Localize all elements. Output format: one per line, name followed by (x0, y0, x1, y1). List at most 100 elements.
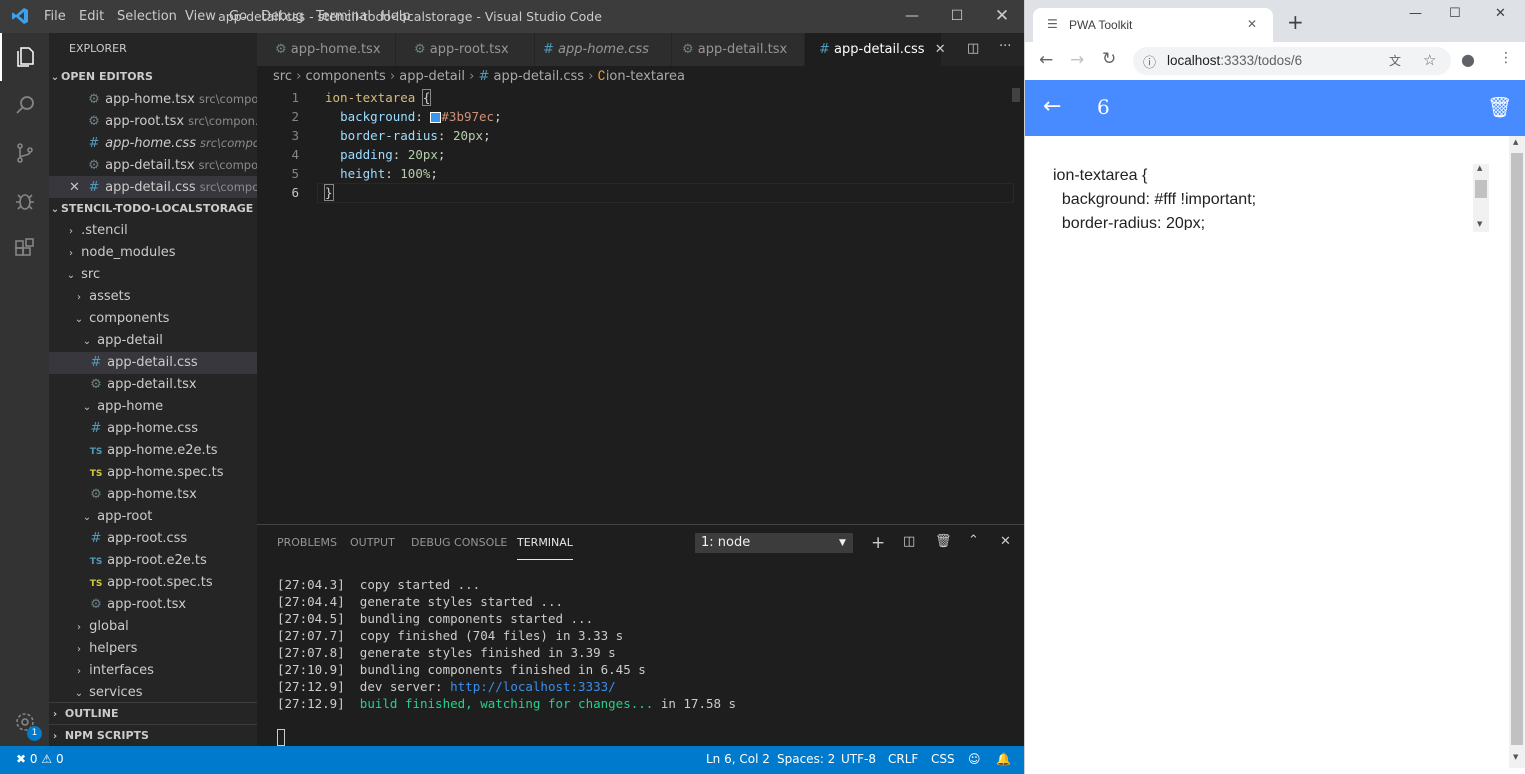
encoding[interactable]: UTF-8 (841, 746, 876, 772)
reload-icon[interactable]: ↻ (1102, 49, 1116, 69)
tab-app-detail-tsx[interactable]: ⚙ app-detail.tsx (672, 33, 805, 66)
breadcrumb-src[interactable]: src (273, 69, 292, 84)
tree-folder[interactable]: ⌄ services (49, 682, 257, 704)
breadcrumb-app-detail[interactable]: app-detail (399, 69, 465, 84)
color-swatch[interactable] (430, 112, 442, 123)
maximize-button[interactable]: ☐ (934, 0, 980, 33)
back-button-icon[interactable]: ← (1043, 94, 1061, 119)
indentation[interactable]: Spaces: 2 (777, 746, 835, 772)
tree-folder[interactable]: › .stencil (49, 220, 257, 242)
menu-file[interactable]: File (44, 0, 66, 33)
npm-scripts-header[interactable]: › NPM SCRIPTS (49, 724, 257, 746)
address-bar[interactable]: ⓘ localhost:3333/todos/6 文 ☆ (1133, 47, 1451, 75)
translate-icon[interactable]: 文 (1389, 52, 1401, 69)
tab-app-detail-css[interactable]: # app-detail.css ✕ (805, 33, 946, 66)
back-arrow-icon[interactable]: ← (1039, 50, 1053, 70)
tree-file[interactable]: TS app-home.e2e.ts (49, 440, 257, 462)
tree-folder[interactable]: ⌄ src (49, 264, 257, 286)
chevron-down-icon: ⌄ (50, 204, 60, 215)
tree-folder[interactable]: › helpers (49, 638, 257, 660)
trash-icon[interactable]: 🗑 (935, 534, 952, 549)
close-window-button[interactable]: ✕ (1495, 6, 1506, 21)
open-editor-item[interactable]: # app-home.csssrc\compon... (49, 132, 257, 154)
tree-folder[interactable]: ⌄ components (49, 308, 257, 330)
todo-textarea[interactable]: ion-textarea { background: #fff !importa… (1043, 164, 1493, 230)
debug-icon[interactable] (0, 177, 49, 225)
split-terminal-icon[interactable]: ◫ (903, 534, 915, 549)
tab-app-home-css[interactable]: # app-home.css (535, 33, 672, 66)
tree-file[interactable]: # app-home.css (49, 418, 257, 440)
profile-avatar-icon[interactable]: ● (1461, 50, 1475, 69)
open-editors-header[interactable]: ⌄ OPEN EDITORS (49, 66, 257, 88)
tree-folder[interactable]: ⌄ app-home (49, 396, 257, 418)
problems-status[interactable]: ✖ 0 ⚠ 0 (16, 746, 64, 772)
tree-file-selected[interactable]: # app-detail.css (49, 352, 257, 374)
tab-debug-console[interactable]: DEBUG CONSOLE (411, 525, 507, 561)
language-mode[interactable]: CSS (931, 746, 955, 772)
extensions-icon[interactable] (0, 225, 49, 273)
outline-header[interactable]: › OUTLINE (49, 702, 257, 725)
tree-file[interactable]: ⚙ app-root.tsx (49, 594, 257, 616)
open-editor-item[interactable]: ⚙ app-detail.tsxsrc\compo... (49, 154, 257, 176)
tree-folder[interactable]: ⌄ app-detail (49, 330, 257, 352)
explorer-icon[interactable] (0, 33, 49, 81)
breadcrumb-symbol[interactable]: ion-textarea (606, 69, 685, 84)
tab-output[interactable]: OUTPUT (350, 525, 395, 561)
tree-file[interactable]: TS app-root.e2e.ts (49, 550, 257, 572)
close-icon[interactable]: ✕ (69, 177, 87, 198)
close-tab-icon[interactable]: ✕ (935, 42, 946, 57)
more-actions-icon[interactable]: ··· (999, 39, 1011, 54)
tab-terminal[interactable]: TERMINAL (517, 525, 573, 560)
minimap-slider[interactable] (1012, 88, 1020, 102)
tree-file[interactable]: # app-root.css (49, 528, 257, 550)
page-scrollbar[interactable]: ▲ ▼ (1509, 136, 1525, 768)
open-editor-item-active[interactable]: ✕# app-detail.csssrc\compo... (49, 176, 257, 198)
warning-icon: ⚠ (41, 752, 53, 766)
trash-icon[interactable]: 🗑 (1487, 95, 1512, 119)
close-window-button[interactable]: ✕ (979, 0, 1025, 33)
cursor-position[interactable]: Ln 6, Col 2 (706, 746, 770, 772)
settings-gear-icon[interactable]: 1 (0, 698, 49, 746)
code-editor[interactable]: 1 2 3 4 5 6 ion-textarea { background: #… (257, 88, 1024, 524)
project-header[interactable]: ⌄ STENCIL-TODO-LOCALSTORAGE (49, 198, 257, 220)
new-tab-button[interactable]: + (1287, 12, 1304, 32)
tree-file[interactable]: ⚙ app-detail.tsx (49, 374, 257, 396)
bell-icon[interactable]: 🔔 (996, 746, 1011, 772)
forward-arrow-icon[interactable]: → (1070, 50, 1084, 70)
split-editor-icon[interactable]: ◫ (967, 41, 979, 56)
tree-folder[interactable]: › assets (49, 286, 257, 308)
breadcrumb-components[interactable]: components (305, 69, 385, 84)
textarea-scrollbar[interactable]: ▲ ▼ (1473, 164, 1489, 232)
minimize-button[interactable]: — (889, 0, 935, 33)
minimize-button[interactable]: — (1409, 6, 1422, 21)
line-ending[interactable]: CRLF (888, 746, 918, 772)
tree-folder[interactable]: › global (49, 616, 257, 638)
star-icon[interactable]: ☆ (1423, 51, 1436, 69)
menu-edit[interactable]: Edit (79, 0, 104, 33)
close-panel-icon[interactable]: ✕ (1000, 534, 1011, 549)
tab-app-home-tsx[interactable]: ⚙ app-home.tsx (257, 33, 396, 66)
open-editor-item[interactable]: ⚙ app-home.tsxsrc\compo... (49, 88, 257, 110)
source-control-icon[interactable] (0, 129, 49, 177)
tree-folder[interactable]: ⌄ app-root (49, 506, 257, 528)
terminal-select[interactable]: 1: node ▼ (695, 533, 853, 553)
chevron-up-icon[interactable]: ⌃ (968, 533, 979, 548)
tree-file[interactable]: ⚙ app-home.tsx (49, 484, 257, 506)
tree-folder[interactable]: › node_modules (49, 242, 257, 264)
menu-kebab-icon[interactable]: ⋮ (1499, 50, 1513, 66)
open-editor-item[interactable]: ⚙ app-root.tsxsrc\compon... (49, 110, 257, 132)
browser-tab[interactable]: ☰ PWA Toolkit ✕ (1033, 8, 1273, 42)
maximize-button[interactable]: ☐ (1449, 6, 1461, 21)
tree-file[interactable]: TS app-root.spec.ts (49, 572, 257, 594)
tree-folder[interactable]: › interfaces (49, 660, 257, 682)
feedback-smiley-icon[interactable]: ☺ (968, 746, 981, 772)
info-icon[interactable]: ⓘ (1143, 52, 1156, 71)
tree-file[interactable]: TS app-home.spec.ts (49, 462, 257, 484)
tab-problems[interactable]: PROBLEMS (277, 525, 337, 561)
tab-app-root-tsx[interactable]: ⚙ app-root.tsx (396, 33, 535, 66)
search-icon[interactable] (0, 81, 49, 129)
dev-server-link[interactable]: http://localhost:3333/ (450, 679, 616, 694)
close-tab-icon[interactable]: ✕ (1247, 17, 1257, 31)
new-terminal-icon[interactable]: + (871, 533, 885, 553)
breadcrumb-file[interactable]: app-detail.css (494, 69, 585, 84)
